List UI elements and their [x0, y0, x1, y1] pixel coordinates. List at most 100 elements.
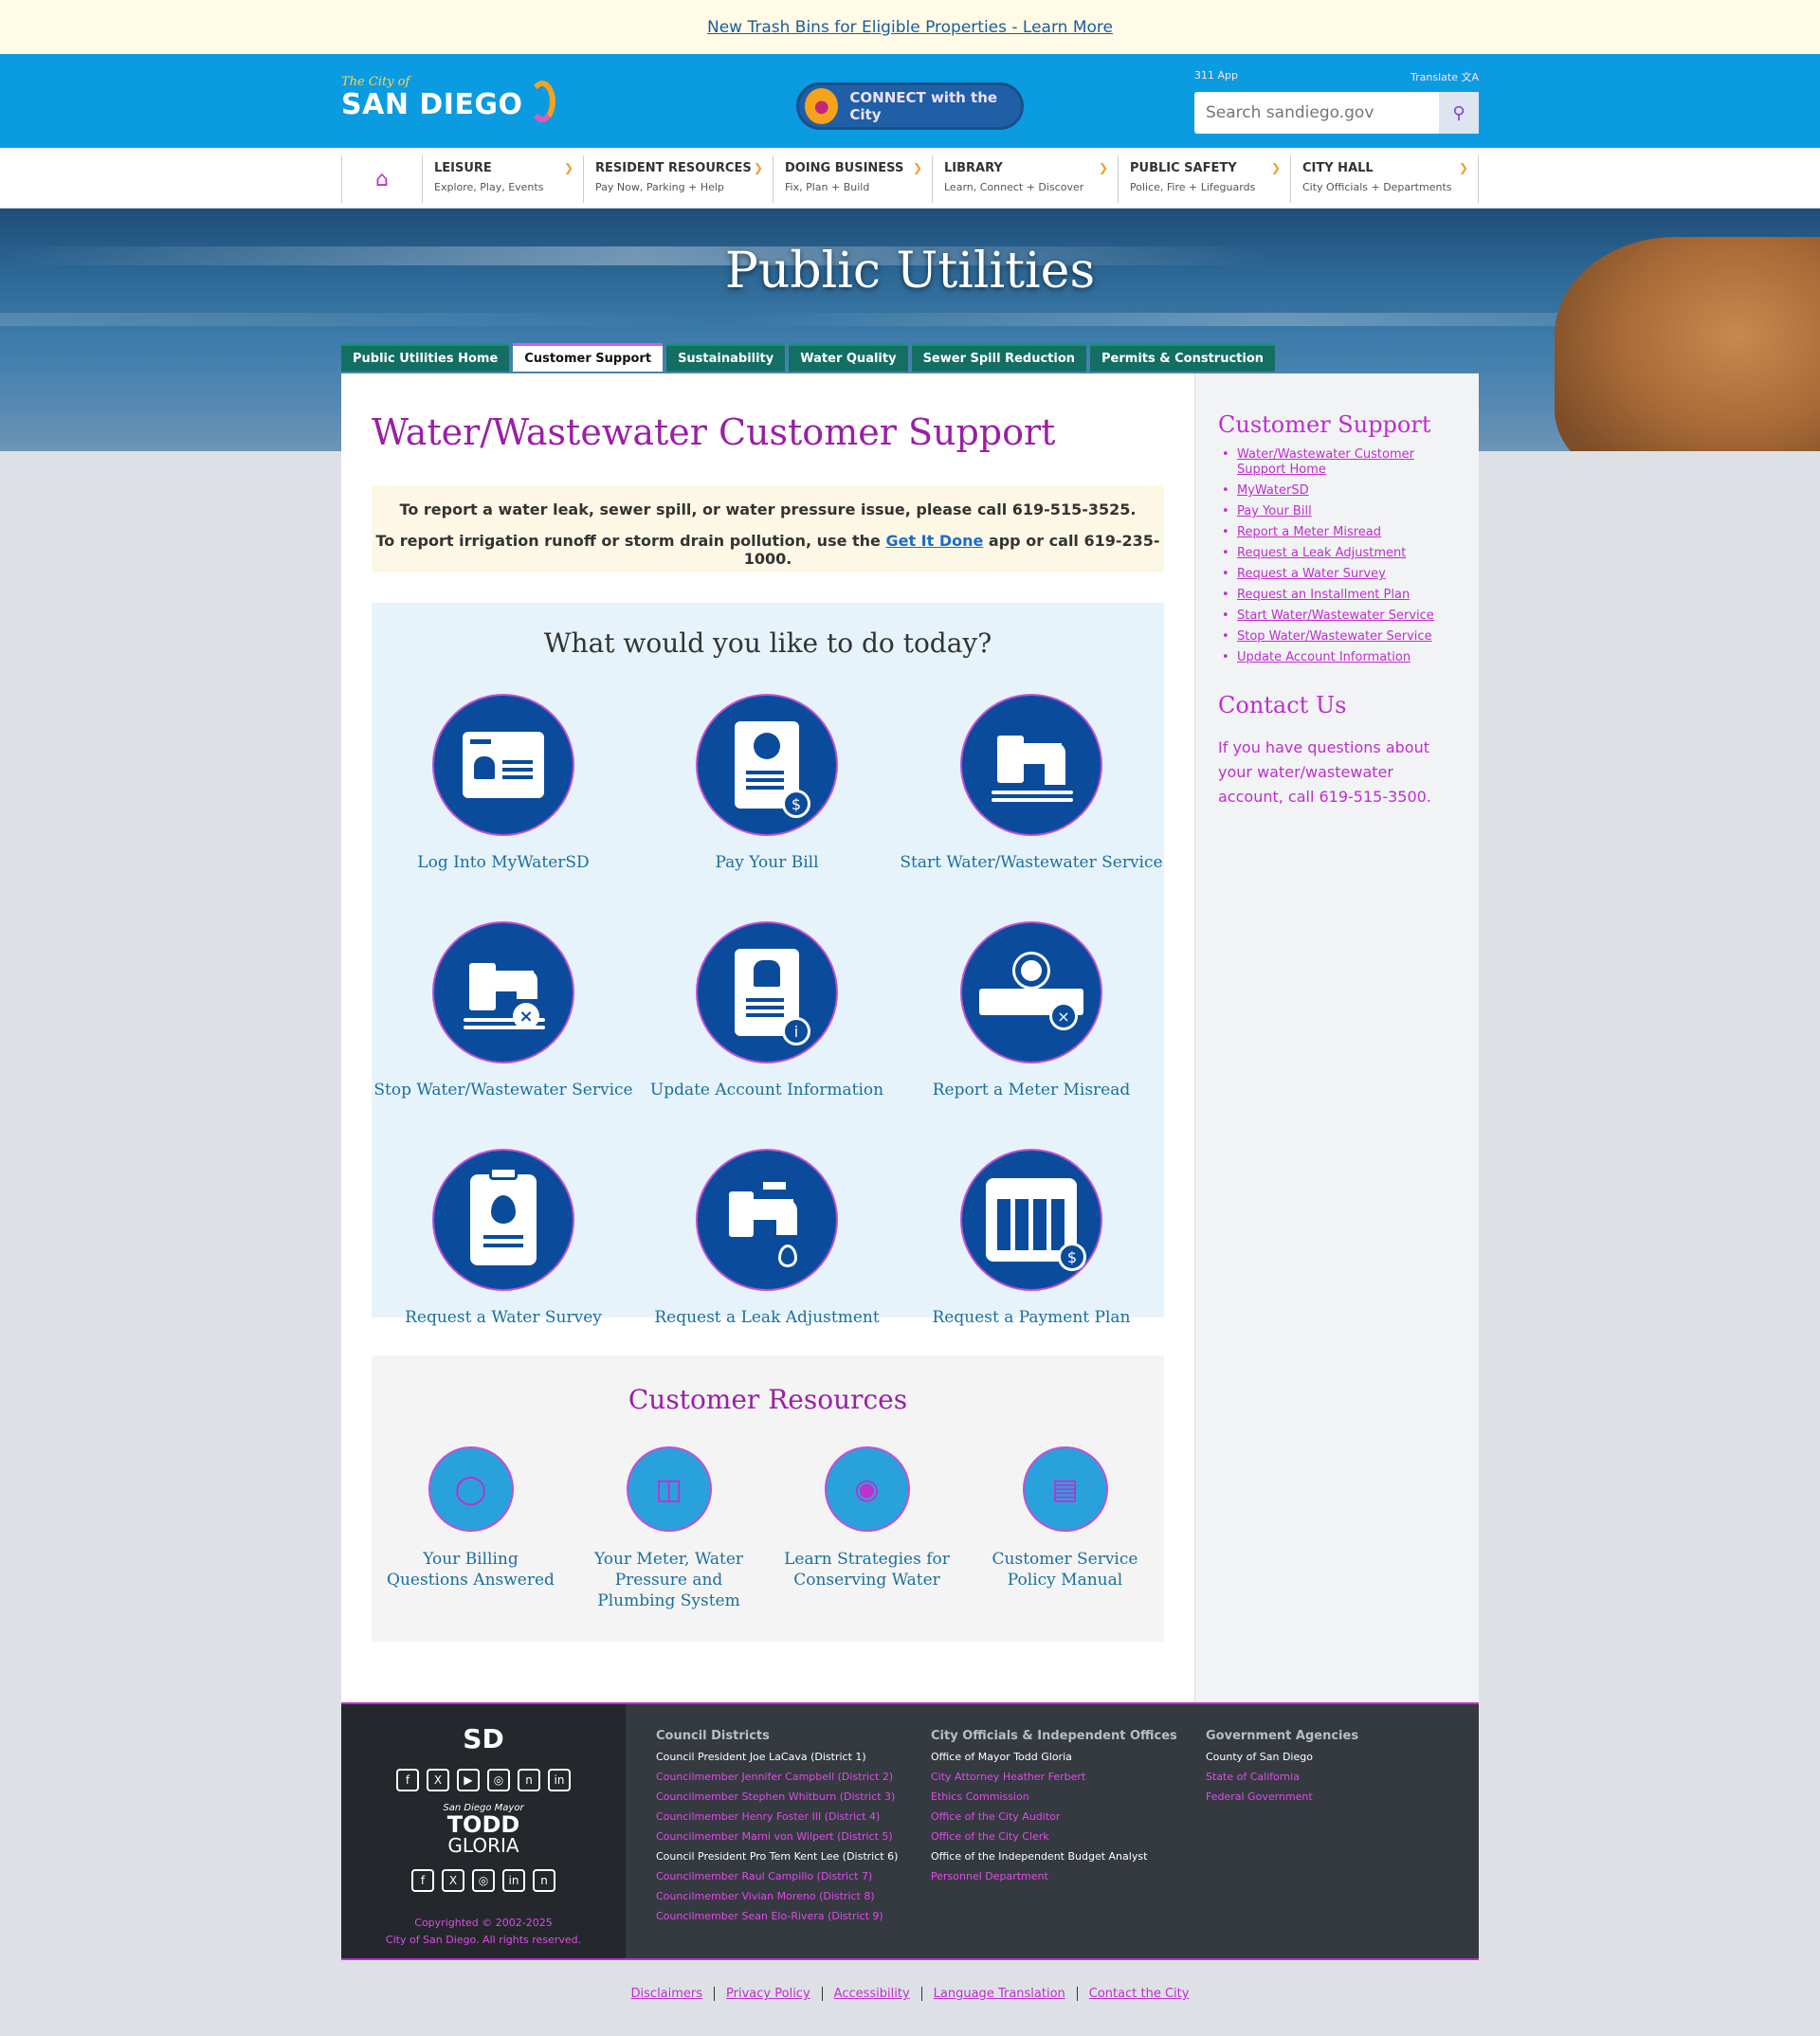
- app-link[interactable]: 311 App: [1194, 69, 1238, 82]
- task-tile-stop-service[interactable]: × Stop Water/Wastewater Service: [372, 921, 635, 1100]
- x-icon[interactable]: X: [427, 1769, 449, 1791]
- legal-links: Disclaimers Privacy Policy Accessibility…: [0, 1987, 1820, 2001]
- sidebar-link-stop-service[interactable]: Stop Water/Wastewater Service: [1237, 629, 1432, 644]
- footer-link[interactable]: City Attorney Heather Ferbert: [931, 1771, 1177, 1783]
- footer-link[interactable]: County of San Diego: [1206, 1751, 1452, 1763]
- sidebar-link-pay-bill[interactable]: Pay Your Bill: [1237, 504, 1312, 518]
- sidebar-link-support-home[interactable]: Water/Wastewater Customer Support Home: [1237, 447, 1414, 477]
- account-card-icon: [432, 694, 574, 836]
- footer-link[interactable]: Councilmember Marni von Wilpert (Distric…: [656, 1830, 902, 1843]
- nav-item-leisure[interactable]: LEISURE Explore, Play, Events ❯: [423, 155, 584, 203]
- sidebar-link-update-account[interactable]: Update Account Information: [1237, 650, 1410, 664]
- sidebar-item: Request a Water Survey: [1218, 567, 1465, 582]
- tab-permits-construction[interactable]: Permits & Construction: [1090, 343, 1276, 372]
- tab-customer-support[interactable]: Customer Support: [513, 343, 664, 372]
- footer-col-heading: City Officials & Independent Offices: [931, 1729, 1177, 1743]
- city-logo[interactable]: The City of SAN DIEGO: [341, 75, 555, 128]
- main-nav: ⌂ LEISURE Explore, Play, Events ❯ RESIDE…: [0, 148, 1820, 209]
- linkedin-icon[interactable]: in: [502, 1869, 525, 1892]
- resource-meter-pressure[interactable]: ◫ Your Meter, Water Pressure and Plumbin…: [570, 1446, 768, 1611]
- footer-link[interactable]: Council President Joe LaCava (District 1…: [656, 1751, 902, 1763]
- chevron-down-icon: ❯: [753, 161, 763, 174]
- water-pipe-stop-icon: ×: [432, 921, 574, 1063]
- connect-label: CONNECT with the City: [849, 89, 998, 123]
- resource-billing-questions[interactable]: ◯ Your Billing Questions Answered: [372, 1446, 570, 1611]
- task-tile-meter-misread[interactable]: × Report a Meter Misread: [899, 921, 1164, 1100]
- footer-link[interactable]: Office of Mayor Todd Gloria: [931, 1751, 1177, 1763]
- task-tile-pay-bill[interactable]: $ Pay Your Bill: [635, 694, 899, 872]
- nav-item-doing-business[interactable]: DOING BUSINESS Fix, Plan + Build ❯: [774, 155, 933, 203]
- task-tile-mywatersd[interactable]: Log Into MyWaterSD: [372, 694, 635, 872]
- task-tile-water-survey[interactable]: Request a Water Survey: [372, 1149, 635, 1327]
- linkedin-icon[interactable]: in: [548, 1769, 571, 1791]
- accessibility-link[interactable]: Accessibility: [823, 1987, 922, 2001]
- connect-button[interactable]: ● CONNECT with the City: [796, 82, 1024, 130]
- search-input[interactable]: [1194, 92, 1439, 134]
- language-translation-link[interactable]: Language Translation: [922, 1987, 1078, 2001]
- sidebar-link-installment-plan[interactable]: Request an Installment Plan: [1237, 588, 1410, 602]
- footer-link[interactable]: Federal Government: [1206, 1791, 1452, 1803]
- task-label: Report a Meter Misread: [932, 1081, 1131, 1100]
- nextdoor-icon[interactable]: n: [518, 1769, 540, 1791]
- footer-col-council: Council Districts Council President Joe …: [656, 1729, 902, 1930]
- get-it-done-link[interactable]: Get It Done: [885, 532, 983, 550]
- instagram-icon[interactable]: ◎: [472, 1869, 495, 1892]
- nav-item-public-safety[interactable]: PUBLIC SAFETY Police, Fire + Lifeguards …: [1119, 155, 1291, 203]
- footer-link[interactable]: Councilmember Sean Elo-Rivera (District …: [656, 1910, 902, 1922]
- footer-link[interactable]: Councilmember Stephen Whitburn (District…: [656, 1791, 902, 1803]
- footer-link[interactable]: Ethics Commission: [931, 1791, 1177, 1803]
- search-button[interactable]: ⚲: [1439, 92, 1479, 134]
- footer-link[interactable]: Office of the Independent Budget Analyst: [931, 1850, 1177, 1863]
- x-icon[interactable]: X: [442, 1869, 464, 1892]
- nav-subtitle: Pay Now, Parking + Help: [595, 181, 724, 193]
- sidebar-heading: Customer Support: [1218, 411, 1431, 438]
- alert-link[interactable]: New Trash Bins for Eligible Properties -…: [707, 18, 1113, 37]
- mayor-logo[interactable]: San Diego Mayor TODD GLORIA: [341, 1803, 626, 1855]
- footer-brand: SD f X ▶ ◎ n in San Diego Mayor TODD GLO…: [341, 1704, 626, 1958]
- sidebar-link-water-survey[interactable]: Request a Water Survey: [1237, 567, 1386, 581]
- footer-link[interactable]: Councilmember Vivian Moreno (District 8): [656, 1890, 902, 1902]
- footer-link[interactable]: State of California: [1206, 1771, 1452, 1783]
- footer-link[interactable]: Councilmember Jennifer Campbell (Distric…: [656, 1771, 902, 1783]
- footer-link[interactable]: Councilmember Raul Campillo (District 7): [656, 1870, 902, 1882]
- sidebar-link-mywatersd[interactable]: MyWaterSD: [1237, 483, 1309, 498]
- sidebar-link-leak-adjustment[interactable]: Request a Leak Adjustment: [1237, 546, 1406, 560]
- nav-home-button[interactable]: ⌂: [341, 155, 423, 203]
- sidebar-link-meter-misread[interactable]: Report a Meter Misread: [1237, 525, 1381, 539]
- sidebar-link-start-service[interactable]: Start Water/Wastewater Service: [1237, 609, 1434, 623]
- footer-link[interactable]: Councilmember Henry Foster III (District…: [656, 1810, 902, 1823]
- footer-col-heading: Council Districts: [656, 1729, 770, 1743]
- resource-label: Your Meter, Water Pressure and Plumbing …: [593, 1550, 744, 1610]
- disclaimers-link[interactable]: Disclaimers: [620, 1987, 716, 2001]
- tab-public-utilities-home[interactable]: Public Utilities Home: [341, 343, 510, 372]
- notice-line: To report irrigation runoff or storm dra…: [372, 532, 1164, 568]
- facebook-icon[interactable]: f: [411, 1869, 434, 1892]
- task-tile-start-service[interactable]: Start Water/Wastewater Service: [899, 694, 1164, 872]
- sd-logo[interactable]: SD: [341, 1723, 626, 1754]
- sidebar-item: Report a Meter Misread: [1218, 525, 1465, 540]
- youtube-icon[interactable]: ▶: [457, 1769, 480, 1791]
- contact-city-link[interactable]: Contact the City: [1078, 1987, 1201, 2001]
- task-tile-update-account[interactable]: i Update Account Information: [635, 921, 899, 1100]
- footer-link[interactable]: Personnel Department: [931, 1870, 1177, 1882]
- nav-item-library[interactable]: LIBRARY Learn, Connect + Discover ❯: [933, 155, 1119, 203]
- tab-water-quality[interactable]: Water Quality: [789, 343, 908, 372]
- todo-heading: What would you like to do today?: [543, 627, 992, 659]
- footer-link[interactable]: Office of the City Clerk: [931, 1830, 1177, 1843]
- nav-item-city-hall[interactable]: CITY HALL City Officials + Departments ❯: [1291, 155, 1479, 203]
- facebook-icon[interactable]: f: [396, 1769, 419, 1791]
- footer-link[interactable]: Office of the City Auditor: [931, 1810, 1177, 1823]
- resource-conserving-water[interactable]: ◉ Learn Strategies for Conserving Water: [768, 1446, 966, 1611]
- task-tile-payment-plan[interactable]: $ Request a Payment Plan: [899, 1149, 1164, 1327]
- instagram-icon[interactable]: ◎: [487, 1769, 510, 1791]
- nextdoor-icon[interactable]: n: [533, 1869, 555, 1892]
- resource-policy-manual[interactable]: ▤ Customer Service Policy Manual: [966, 1446, 1164, 1611]
- tab-sewer-spill-reduction[interactable]: Sewer Spill Reduction: [911, 343, 1087, 372]
- translate-link[interactable]: Translate 文A: [1410, 69, 1479, 84]
- notice-box: To report a water leak, sewer spill, or …: [372, 485, 1164, 573]
- footer-link[interactable]: Council President Pro Tem Kent Lee (Dist…: [656, 1850, 902, 1863]
- task-tile-leak-adjustment[interactable]: Request a Leak Adjustment: [635, 1149, 899, 1327]
- tab-sustainability[interactable]: Sustainability: [666, 343, 786, 372]
- nav-item-resident-resources[interactable]: RESIDENT RESOURCES Pay Now, Parking + He…: [584, 155, 774, 203]
- privacy-policy-link[interactable]: Privacy Policy: [715, 1987, 823, 2001]
